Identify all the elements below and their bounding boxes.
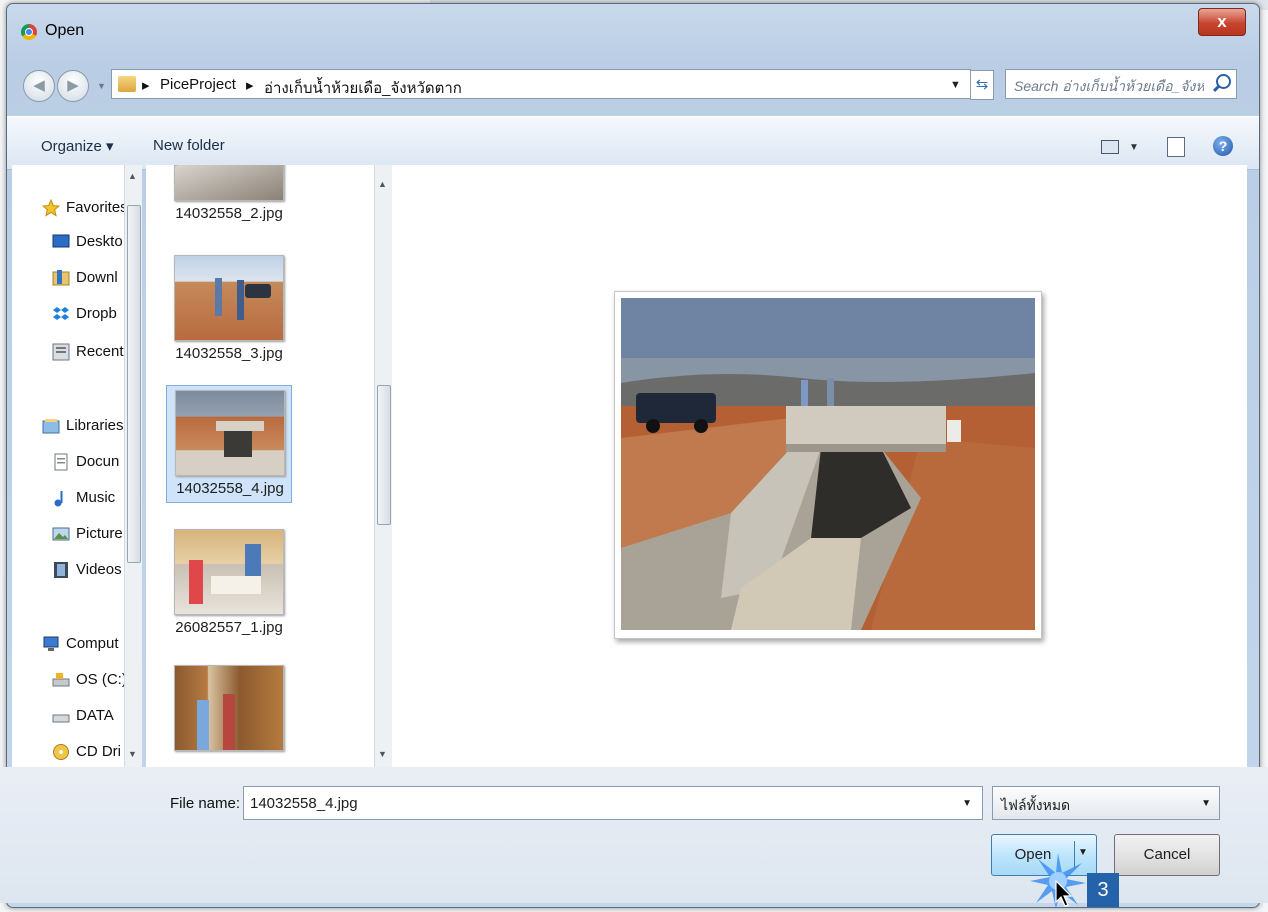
scroll-thumb[interactable] [127, 205, 141, 563]
file-list: 14032558_2.jpg 14032558_3.jpg 14032558_4… [146, 165, 374, 767]
step-number-badge: 3 [1087, 873, 1119, 907]
navigation-pane-scrollbar[interactable]: ▲ ▼ [124, 165, 142, 767]
drive-icon [52, 671, 70, 689]
file-name-value: 14032558_4.jpg [250, 795, 358, 812]
search-input[interactable]: Search อ่างเก็บน้ำห้วยเดือ_จังหวั... [1005, 69, 1237, 99]
change-view-icon[interactable] [1101, 140, 1119, 154]
preview-pane-icon[interactable] [1167, 137, 1185, 157]
mouse-cursor-icon [1055, 880, 1073, 907]
help-icon[interactable]: ? [1213, 136, 1233, 156]
music-icon [52, 489, 70, 507]
person-shape [189, 560, 203, 604]
scroll-thumb[interactable] [377, 385, 391, 525]
address-dropdown-icon[interactable]: ▼ [950, 79, 961, 91]
scroll-down-icon[interactable]: ▼ [128, 749, 137, 759]
file-thumbnail [174, 255, 284, 341]
forward-arrow-icon: ▶ [67, 77, 79, 94]
scroll-down-icon[interactable]: ▼ [378, 749, 387, 759]
breadcrumb-separator[interactable]: ▸ [246, 76, 254, 94]
breadcrumb-piceproject[interactable]: PiceProject [160, 76, 236, 93]
title-bar: Open x [7, 4, 1259, 40]
cancel-button[interactable]: Cancel [1114, 834, 1220, 876]
image-preview [621, 298, 1035, 630]
file-thumbnail [174, 529, 284, 615]
documents-icon [52, 453, 70, 471]
organize-button[interactable]: Organize ▾ [41, 137, 114, 155]
bridge-shape [216, 421, 264, 431]
file-type-dropdown-icon[interactable]: ▼ [1201, 798, 1211, 809]
file-type-select[interactable]: ไฟล์ทั้งหมด ▼ [992, 786, 1220, 820]
videos-icon [52, 561, 70, 579]
file-list-scrollbar[interactable]: ▲ ▼ [374, 165, 392, 767]
libraries-icon [42, 417, 60, 435]
cd-drive-icon [52, 743, 70, 761]
person-shape [215, 278, 222, 316]
recent-locations-dropdown-icon[interactable]: ▼ [97, 81, 106, 91]
dialog-title: Open [45, 22, 85, 39]
file-name-field[interactable]: 14032558_4.jpg ▼ [243, 786, 983, 820]
dropbox-icon [52, 305, 70, 323]
refresh-button[interactable]: ⇆ [970, 70, 994, 100]
folder-icon [118, 76, 136, 92]
command-toolbar: Organize ▾ New folder ▼ ? [7, 116, 1259, 170]
close-button[interactable]: x [1198, 8, 1246, 36]
file-name-label: File name: [170, 795, 241, 812]
refresh-icon: ⇆ [975, 76, 989, 93]
file-type-value: ไฟล์ทั้งหมด [1001, 797, 1071, 813]
back-button[interactable]: ◀ [23, 70, 55, 102]
recent-places-icon [52, 343, 70, 361]
desktop-icon [52, 233, 70, 251]
address-bar[interactable]: ▸ PiceProject ▸ อ่างเก็บน้ำห้วยเดือ_จังห… [111, 69, 971, 99]
list-item[interactable] [166, 661, 292, 767]
preview-pane [392, 165, 1247, 767]
list-item[interactable]: 26082557_1.jpg [166, 525, 292, 643]
list-item-selected[interactable]: 14032558_4.jpg [166, 385, 292, 503]
culvert-shape [224, 431, 252, 457]
scroll-up-icon[interactable]: ▲ [378, 179, 387, 189]
file-thumbnail [174, 665, 284, 751]
person-shape [237, 280, 244, 320]
list-item[interactable]: 14032558_3.jpg [166, 251, 292, 369]
person-shape [197, 700, 209, 750]
view-options-dropdown-icon[interactable]: ▼ [1129, 142, 1139, 153]
computer-icon [42, 635, 60, 653]
navigation-pane: Favorites Deskto Downl Dropb Recent Libr… [12, 165, 142, 767]
file-name-dropdown-icon[interactable]: ▼ [962, 798, 972, 809]
drive-icon [52, 707, 70, 725]
search-icon[interactable] [1216, 74, 1231, 89]
search-placeholder: Search อ่างเก็บน้ำห้วยเดือ_จังหวั... [1014, 78, 1204, 94]
person-shape [223, 694, 235, 750]
breadcrumb-separator[interactable]: ▸ [142, 76, 150, 94]
new-folder-button[interactable]: New folder [153, 137, 225, 154]
pictures-icon [52, 525, 70, 543]
file-thumbnail [175, 390, 285, 476]
table-shape [211, 576, 261, 594]
breadcrumb-current-folder[interactable]: อ่างเก็บน้ำห้วยเดือ_จังหวัดตาก [264, 76, 462, 100]
forward-button[interactable]: ▶ [57, 70, 89, 102]
list-item[interactable]: 14032558_2.jpg [166, 165, 292, 229]
image-preview-frame [614, 291, 1042, 639]
chrome-icon [21, 24, 37, 40]
downloads-icon [52, 269, 70, 287]
file-thumbnail [174, 165, 284, 201]
car-shape [245, 284, 271, 298]
back-arrow-icon: ◀ [33, 77, 45, 94]
star-icon [41, 198, 61, 217]
scroll-up-icon[interactable]: ▲ [128, 171, 137, 181]
